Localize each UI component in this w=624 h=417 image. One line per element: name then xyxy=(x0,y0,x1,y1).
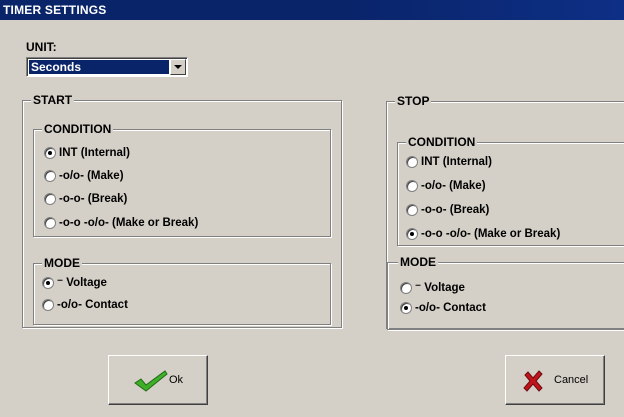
unit-select[interactable]: Seconds xyxy=(26,57,188,77)
option-label: -o/o- Contact xyxy=(415,302,486,314)
stop-condition-group: CONDITION INT (Internal) -o/o- (Make) -o… xyxy=(397,135,624,246)
option-label: INT (Internal) xyxy=(421,156,492,168)
stop-mode-title: MODE xyxy=(398,255,438,269)
radio-button[interactable] xyxy=(406,156,418,168)
option-label: ⁻ Voltage xyxy=(415,282,465,294)
radio-button[interactable] xyxy=(406,228,418,240)
option-label: -o-o- (Break) xyxy=(421,204,490,216)
stop-group: STOP CONDITION INT (Internal) -o/o- (Mak… xyxy=(386,94,624,330)
chevron-down-icon[interactable] xyxy=(170,59,186,75)
option-label: INT (Internal) xyxy=(59,147,130,159)
start-condition-title: CONDITION xyxy=(42,122,114,136)
cancel-label: Cancel xyxy=(554,374,589,386)
ok-button[interactable]: Ok xyxy=(108,355,208,405)
option-label: -o/o- Contact xyxy=(57,299,128,311)
radio-button[interactable] xyxy=(44,170,56,182)
radio-button[interactable] xyxy=(44,193,56,205)
x-icon xyxy=(523,370,543,392)
option-label: ⁻ Voltage xyxy=(57,277,107,289)
option-label: -o-o -o/o- (Make or Break) xyxy=(421,228,561,240)
check-icon xyxy=(134,370,168,392)
title-bar: TIMER SETTINGS xyxy=(0,0,624,20)
start-condition-group: CONDITION INT (Internal) -o/o- (Make) -o… xyxy=(33,122,331,237)
option-label: -o/o- (Make) xyxy=(421,180,486,192)
unit-label: UNIT: xyxy=(26,40,57,54)
radio-button[interactable] xyxy=(44,217,56,229)
radio-button[interactable] xyxy=(406,180,418,192)
window-title: TIMER SETTINGS xyxy=(3,3,107,17)
option-label: -o-o- (Break) xyxy=(59,193,128,205)
start-group-title: START xyxy=(31,93,75,107)
cancel-button[interactable]: Cancel xyxy=(505,355,605,405)
option-label: -o-o -o/o- (Make or Break) xyxy=(59,217,199,229)
start-mode-group: MODE ⁻ Voltage -o/o- Contact xyxy=(33,256,331,325)
ok-label: Ok xyxy=(169,374,184,386)
stop-group-title: STOP xyxy=(395,94,432,108)
timer-settings-window: TIMER SETTINGS UNIT: Seconds START CONDI… xyxy=(0,0,624,417)
option-label: -o/o- (Make) xyxy=(59,170,124,182)
radio-button[interactable] xyxy=(44,147,56,159)
radio-button[interactable] xyxy=(42,277,54,289)
start-mode-title: MODE xyxy=(42,256,82,270)
stop-condition-title: CONDITION xyxy=(406,135,478,149)
radio-button[interactable] xyxy=(400,282,412,294)
radio-button[interactable] xyxy=(42,299,54,311)
radio-button[interactable] xyxy=(406,204,418,216)
start-group: START CONDITION INT (Internal) -o/o- (Ma… xyxy=(22,93,342,328)
stop-mode-group: MODE ⁻ Voltage -o/o- Contact xyxy=(387,255,624,330)
unit-selected-value: Seconds xyxy=(29,60,169,74)
radio-button[interactable] xyxy=(400,302,412,314)
